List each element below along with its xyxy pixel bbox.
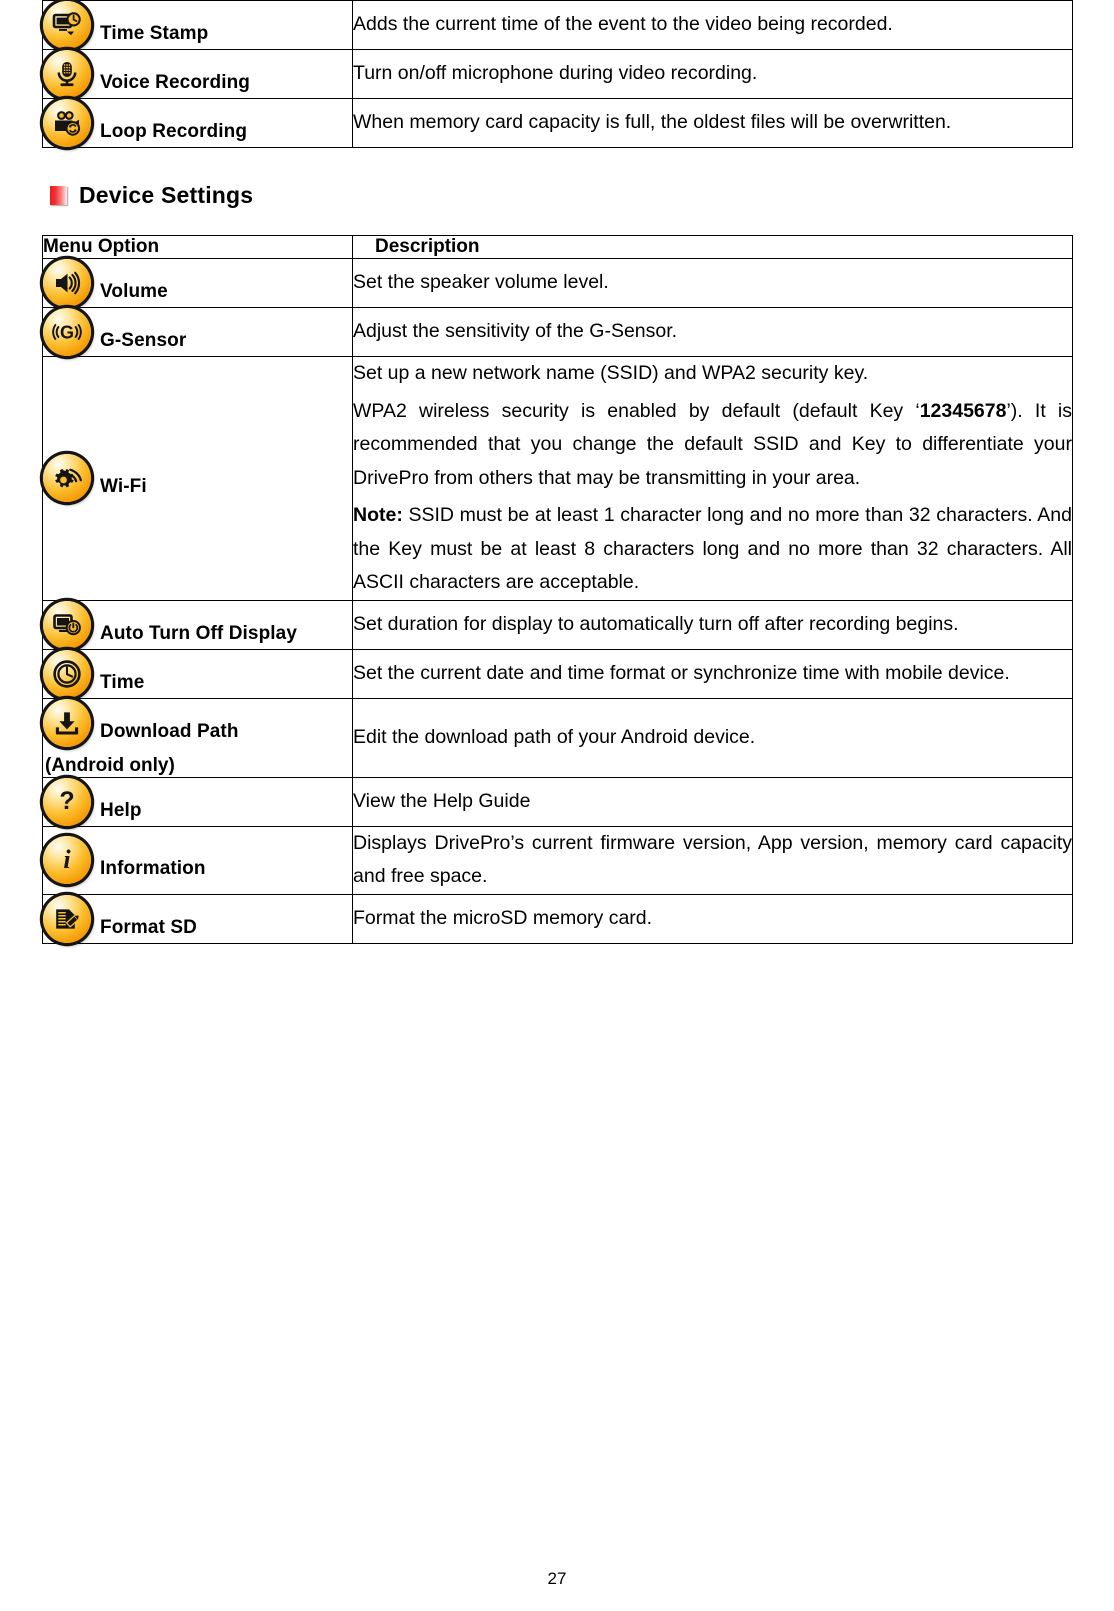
svg-text:i: i	[63, 845, 71, 874]
description-cell: Format the microSD memory card.	[352, 893, 1073, 944]
table-row: ? Help View the Help Guide	[42, 776, 1073, 827]
default-key-value: 12345678	[919, 399, 1007, 422]
menu-option-cell: Time Stamp	[42, 0, 353, 50]
document-page: Time Stamp Adds the current time of the …	[0, 0, 1114, 1611]
column-header-menu-option: Menu Option	[42, 235, 353, 259]
page-number: 27	[547, 1569, 567, 1588]
menu-option-sublabel: (Android only)	[45, 754, 175, 776]
menu-option-cell: Time	[42, 648, 353, 699]
table-row: Voice Recording Turn on/off microphone d…	[42, 49, 1073, 99]
download-path-icon	[43, 698, 91, 747]
column-header-description: Description	[352, 235, 1073, 259]
table-row: i Information Displays DrivePro’s curren…	[42, 825, 1073, 895]
menu-option-cell: G G-Sensor	[42, 307, 353, 357]
note-label: Note:	[353, 504, 403, 527]
menu-option-label: Loop Recording	[100, 121, 248, 142]
description-cell: When memory card capacity is full, the o…	[352, 98, 1073, 148]
description-cell: Set up a new network name (SSID) and WPA…	[352, 356, 1073, 601]
recording-settings-table: Time Stamp Adds the current time of the …	[42, 0, 1073, 148]
menu-option-cell: ? Help	[42, 776, 353, 827]
menu-option-label: Download Path	[100, 720, 239, 742]
loop-recording-icon	[43, 99, 91, 147]
svg-text:G: G	[60, 323, 74, 343]
help-icon: ?	[43, 777, 91, 826]
format-sd-icon	[43, 894, 91, 943]
description-cell: Set the current date and time format or …	[352, 648, 1073, 699]
menu-option-label: Volume	[100, 281, 168, 302]
description-cell: Edit the download path of your Android d…	[352, 697, 1073, 778]
table-header-row: Menu Option Description	[42, 235, 1073, 259]
table-row: Time Stamp Adds the current time of the …	[42, 0, 1073, 50]
table-row: G G-Sensor Adjust the sensitivity of the…	[42, 307, 1073, 357]
menu-option-cell: Wi-Fi	[42, 356, 353, 601]
red-square-bullet-icon	[50, 186, 67, 205]
menu-option-label: Time Stamp	[100, 23, 209, 44]
svg-text:?: ?	[59, 787, 74, 815]
g-sensor-icon: G	[43, 308, 91, 356]
auto-turn-off-display-icon	[43, 600, 91, 649]
menu-option-label: Time	[100, 671, 145, 693]
menu-option-cell: Voice Recording	[42, 49, 353, 99]
menu-option-label: G-Sensor	[100, 330, 187, 351]
menu-option-label: Information	[100, 858, 206, 880]
table-row: Download Path (Android only) Edit the do…	[42, 697, 1073, 778]
menu-option-cell: i Information	[42, 825, 353, 895]
table-row: Auto Turn Off Display Set duration for d…	[42, 599, 1073, 650]
wifi-desc-line-1: Set up a new network name (SSID) and WPA…	[353, 362, 869, 384]
wifi-desc-line-2: WPA2 wireless security is enabled by def…	[353, 399, 1072, 489]
wifi-icon	[43, 454, 91, 503]
menu-option-cell: Auto Turn Off Display	[42, 599, 353, 650]
menu-option-label: Wi-Fi	[100, 476, 147, 498]
time-icon	[43, 649, 91, 698]
table-row: Volume Set the speaker volume level.	[42, 258, 1073, 308]
menu-option-cell: Download Path (Android only)	[42, 697, 353, 778]
section-title: Device Settings	[79, 182, 254, 208]
description-cell: Turn on/off microphone during video reco…	[352, 49, 1073, 99]
menu-option-label: Format SD	[100, 916, 197, 938]
menu-option-label: Voice Recording	[100, 72, 251, 93]
time-stamp-icon	[43, 1, 91, 49]
menu-option-cell: Format SD	[42, 893, 353, 944]
menu-option-cell: Volume	[42, 258, 353, 308]
description-cell: Adds the current time of the event to th…	[352, 0, 1073, 50]
description-cell: View the Help Guide	[352, 776, 1073, 827]
voice-recording-icon	[43, 50, 91, 98]
description-cell: Adjust the sensitivity of the G-Sensor.	[352, 307, 1073, 357]
description-cell: Set the speaker volume level.	[352, 258, 1073, 308]
table-row: Time Set the current date and time forma…	[42, 648, 1073, 699]
table-row: Loop Recording When memory card capacity…	[42, 98, 1073, 148]
wifi-desc-note: Note: SSID must be at least 1 character …	[353, 504, 1072, 594]
section-heading: Device Settings	[50, 182, 1072, 209]
description-cell: Displays DrivePro’s current firmware ver…	[352, 825, 1073, 895]
menu-option-cell: Loop Recording	[42, 98, 353, 148]
menu-option-label: Auto Turn Off Display	[100, 622, 298, 644]
menu-option-label: Help	[100, 799, 142, 821]
table-row: Format SD Format the microSD memory card…	[42, 893, 1073, 944]
information-icon: i	[43, 836, 91, 885]
device-settings-table: Menu Option Description Volume Set the s…	[42, 235, 1073, 944]
table-row: Wi-Fi Set up a new network name (SSID) a…	[42, 356, 1073, 601]
description-cell: Set duration for display to automaticall…	[352, 599, 1073, 650]
volume-icon	[43, 259, 91, 307]
